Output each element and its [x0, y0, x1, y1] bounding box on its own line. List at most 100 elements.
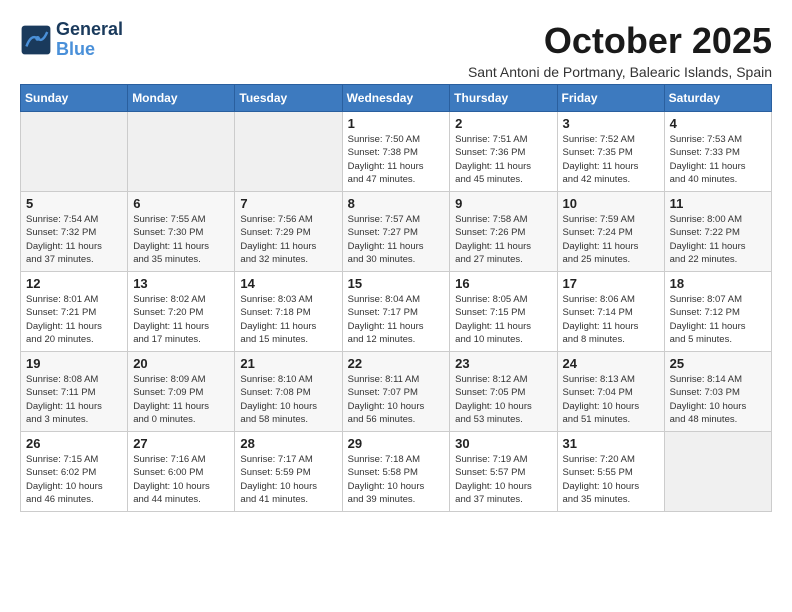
- calendar-cell: 4 Sunrise: 7:53 AMSunset: 7:33 PMDaylight…: [664, 112, 771, 192]
- day-number: 30: [455, 436, 551, 451]
- calendar-cell: 29 Sunrise: 7:18 AMSunset: 5:58 PMDayligh…: [342, 432, 450, 512]
- cell-info: Sunrise: 8:07 AMSunset: 7:12 PMDaylight:…: [670, 293, 766, 346]
- header-thursday: Thursday: [450, 85, 557, 112]
- day-number: 26: [26, 436, 122, 451]
- day-number: 11: [670, 196, 766, 211]
- calendar-cell: 14 Sunrise: 8:03 AMSunset: 7:18 PMDayligh…: [235, 272, 342, 352]
- day-number: 14: [240, 276, 336, 291]
- day-number: 9: [455, 196, 551, 211]
- calendar-week-1: 1Sunrise: 7:50 AMSunset: 7:38 PMDaylight…: [21, 112, 772, 192]
- day-number: 18: [670, 276, 766, 291]
- calendar-cell: 26 Sunrise: 7:15 AMSunset: 6:02 PMDayligh…: [21, 432, 128, 512]
- calendar-cell: 8 Sunrise: 7:57 AMSunset: 7:27 PMDaylight…: [342, 192, 450, 272]
- calendar-cell: 11 Sunrise: 8:00 AMSunset: 7:22 PMDayligh…: [664, 192, 771, 272]
- cell-info: Sunrise: 8:00 AMSunset: 7:22 PMDaylight:…: [670, 213, 766, 266]
- calendar-week-2: 5 Sunrise: 7:54 AMSunset: 7:32 PMDaylight…: [21, 192, 772, 272]
- cell-info: Sunrise: 7:54 AMSunset: 7:32 PMDaylight:…: [26, 213, 122, 266]
- cell-info: Sunrise: 8:09 AMSunset: 7:09 PMDaylight:…: [133, 373, 229, 426]
- day-number: 23: [455, 356, 551, 371]
- day-number: 7: [240, 196, 336, 211]
- day-number: 28: [240, 436, 336, 451]
- cell-info: Sunrise: 8:04 AMSunset: 7:17 PMDaylight:…: [348, 293, 445, 346]
- header-friday: Friday: [557, 85, 664, 112]
- calendar-cell: 27 Sunrise: 7:16 AMSunset: 6:00 PMDayligh…: [128, 432, 235, 512]
- calendar-week-5: 26 Sunrise: 7:15 AMSunset: 6:02 PMDayligh…: [21, 432, 772, 512]
- calendar-cell: 31 Sunrise: 7:20 AMSunset: 5:55 PMDayligh…: [557, 432, 664, 512]
- calendar-cell: 9 Sunrise: 7:58 AMSunset: 7:26 PMDaylight…: [450, 192, 557, 272]
- calendar-cell: [664, 432, 771, 512]
- calendar-cell: 22 Sunrise: 8:11 AMSunset: 7:07 PMDayligh…: [342, 352, 450, 432]
- header-monday: Monday: [128, 85, 235, 112]
- calendar-cell: 20Sunrise: 8:09 AMSunset: 7:09 PMDayligh…: [128, 352, 235, 432]
- cell-info: Sunrise: 7:17 AMSunset: 5:59 PMDaylight:…: [240, 453, 336, 506]
- header-wednesday: Wednesday: [342, 85, 450, 112]
- day-number: 5: [26, 196, 122, 211]
- calendar-header-row: SundayMondayTuesdayWednesdayThursdayFrid…: [21, 85, 772, 112]
- calendar-cell: 10Sunrise: 7:59 AMSunset: 7:24 PMDayligh…: [557, 192, 664, 272]
- cell-info: Sunrise: 8:01 AMSunset: 7:21 PMDaylight:…: [26, 293, 122, 346]
- calendar-cell: 6Sunrise: 7:55 AMSunset: 7:30 PMDaylight…: [128, 192, 235, 272]
- day-number: 1: [348, 116, 445, 131]
- title-area: October 2025 Sant Antoni de Portmany, Ba…: [468, 20, 772, 80]
- cell-info: Sunrise: 7:52 AMSunset: 7:35 PMDaylight:…: [563, 133, 659, 186]
- calendar-cell: 15 Sunrise: 8:04 AMSunset: 7:17 PMDayligh…: [342, 272, 450, 352]
- day-number: 2: [455, 116, 551, 131]
- day-number: 29: [348, 436, 445, 451]
- cell-info: Sunrise: 8:03 AMSunset: 7:18 PMDaylight:…: [240, 293, 336, 346]
- calendar-cell: 21 Sunrise: 8:10 AMSunset: 7:08 PMDayligh…: [235, 352, 342, 432]
- cell-info: Sunrise: 7:53 AMSunset: 7:33 PMDaylight:…: [670, 133, 766, 186]
- calendar-cell: 16 Sunrise: 8:05 AMSunset: 7:15 PMDayligh…: [450, 272, 557, 352]
- calendar-cell: 7 Sunrise: 7:56 AMSunset: 7:29 PMDaylight…: [235, 192, 342, 272]
- calendar-cell: 13Sunrise: 8:02 AMSunset: 7:20 PMDayligh…: [128, 272, 235, 352]
- day-number: 31: [563, 436, 659, 451]
- cell-info: Sunrise: 7:20 AMSunset: 5:55 PMDaylight:…: [563, 453, 659, 506]
- day-number: 8: [348, 196, 445, 211]
- calendar-cell: 17Sunrise: 8:06 AMSunset: 7:14 PMDayligh…: [557, 272, 664, 352]
- calendar-cell: 23Sunrise: 8:12 AMSunset: 7:05 PMDayligh…: [450, 352, 557, 432]
- calendar-cell: [235, 112, 342, 192]
- day-number: 21: [240, 356, 336, 371]
- calendar-cell: 25Sunrise: 8:14 AMSunset: 7:03 PMDayligh…: [664, 352, 771, 432]
- cell-info: Sunrise: 7:56 AMSunset: 7:29 PMDaylight:…: [240, 213, 336, 266]
- cell-info: Sunrise: 8:11 AMSunset: 7:07 PMDaylight:…: [348, 373, 445, 426]
- calendar-cell: 18 Sunrise: 8:07 AMSunset: 7:12 PMDayligh…: [664, 272, 771, 352]
- header-saturday: Saturday: [664, 85, 771, 112]
- cell-info: Sunrise: 7:19 AMSunset: 5:57 PMDaylight:…: [455, 453, 551, 506]
- cell-info: Sunrise: 7:16 AMSunset: 6:00 PMDaylight:…: [133, 453, 229, 506]
- logo-text: General Blue: [56, 20, 123, 60]
- cell-info: Sunrise: 8:05 AMSunset: 7:15 PMDaylight:…: [455, 293, 551, 346]
- day-number: 6: [133, 196, 229, 211]
- day-number: 27: [133, 436, 229, 451]
- day-number: 16: [455, 276, 551, 291]
- calendar-cell: [21, 112, 128, 192]
- cell-info: Sunrise: 7:58 AMSunset: 7:26 PMDaylight:…: [455, 213, 551, 266]
- calendar-table: SundayMondayTuesdayWednesdayThursdayFrid…: [20, 84, 772, 512]
- cell-info: Sunrise: 7:51 AMSunset: 7:36 PMDaylight:…: [455, 133, 551, 186]
- day-number: 24: [563, 356, 659, 371]
- calendar-cell: 28 Sunrise: 7:17 AMSunset: 5:59 PMDayligh…: [235, 432, 342, 512]
- location-subtitle: Sant Antoni de Portmany, Balearic Island…: [468, 64, 772, 80]
- cell-info: Sunrise: 7:15 AMSunset: 6:02 PMDaylight:…: [26, 453, 122, 506]
- month-title: October 2025: [468, 20, 772, 62]
- cell-info: Sunrise: 7:57 AMSunset: 7:27 PMDaylight:…: [348, 213, 445, 266]
- cell-info: Sunrise: 7:18 AMSunset: 5:58 PMDaylight:…: [348, 453, 445, 506]
- header-tuesday: Tuesday: [235, 85, 342, 112]
- calendar-cell: [128, 112, 235, 192]
- day-number: 15: [348, 276, 445, 291]
- page-header: General Blue October 2025 Sant Antoni de…: [20, 20, 772, 80]
- cell-info: Sunrise: 8:02 AMSunset: 7:20 PMDaylight:…: [133, 293, 229, 346]
- calendar-cell: 30 Sunrise: 7:19 AMSunset: 5:57 PMDayligh…: [450, 432, 557, 512]
- header-sunday: Sunday: [21, 85, 128, 112]
- day-number: 10: [563, 196, 659, 211]
- day-number: 4: [670, 116, 766, 131]
- calendar-cell: 1Sunrise: 7:50 AMSunset: 7:38 PMDaylight…: [342, 112, 450, 192]
- cell-info: Sunrise: 8:08 AMSunset: 7:11 PMDaylight:…: [26, 373, 122, 426]
- calendar-cell: 24Sunrise: 8:13 AMSunset: 7:04 PMDayligh…: [557, 352, 664, 432]
- cell-info: Sunrise: 8:10 AMSunset: 7:08 PMDaylight:…: [240, 373, 336, 426]
- day-number: 22: [348, 356, 445, 371]
- calendar-cell: 5 Sunrise: 7:54 AMSunset: 7:32 PMDaylight…: [21, 192, 128, 272]
- calendar-week-4: 19Sunrise: 8:08 AMSunset: 7:11 PMDayligh…: [21, 352, 772, 432]
- calendar-cell: 3Sunrise: 7:52 AMSunset: 7:35 PMDaylight…: [557, 112, 664, 192]
- logo: General Blue: [20, 20, 123, 60]
- calendar-week-3: 12Sunrise: 8:01 AMSunset: 7:21 PMDayligh…: [21, 272, 772, 352]
